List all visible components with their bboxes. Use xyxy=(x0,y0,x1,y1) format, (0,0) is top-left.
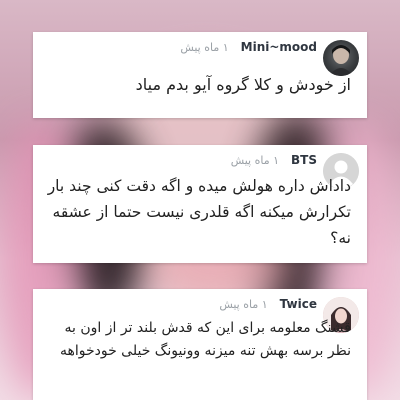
comment-text: قشنگ معلومه برای این که قدش بلند تر از ا… xyxy=(59,320,351,359)
user-photo-icon xyxy=(329,45,353,76)
comment-card[interactable]: Twice ۱ ماه پیش قشنگ معلومه برای این که … xyxy=(33,289,367,400)
comment-header: Mini~mood ۱ ماه پیش xyxy=(43,40,317,54)
avatar[interactable] xyxy=(323,40,359,76)
username[interactable]: Mini~mood xyxy=(241,40,317,54)
username[interactable]: Twice xyxy=(280,297,317,311)
comment-card[interactable]: BTS ۱ ماه پیش داداش داره هولش میده و اگه… xyxy=(33,145,367,263)
timestamp: ۱ ماه پیش xyxy=(180,40,229,54)
comment-header: BTS ۱ ماه پیش xyxy=(43,153,317,167)
comment-card[interactable]: Mini~mood ۱ ماه پیش از خودش و کلا گروه آ… xyxy=(33,32,367,118)
username[interactable]: BTS xyxy=(291,153,317,167)
comment-text: از خودش و کلا گروه آیو بدم میاد xyxy=(135,75,351,94)
comment-header: Twice ۱ ماه پیش xyxy=(43,297,317,311)
timestamp: ۱ ماه پیش xyxy=(219,297,268,311)
comment-text: داداش داره هولش میده و اگه دقت کنی چند ب… xyxy=(47,177,351,247)
timestamp: ۱ ماه پیش xyxy=(230,153,280,167)
